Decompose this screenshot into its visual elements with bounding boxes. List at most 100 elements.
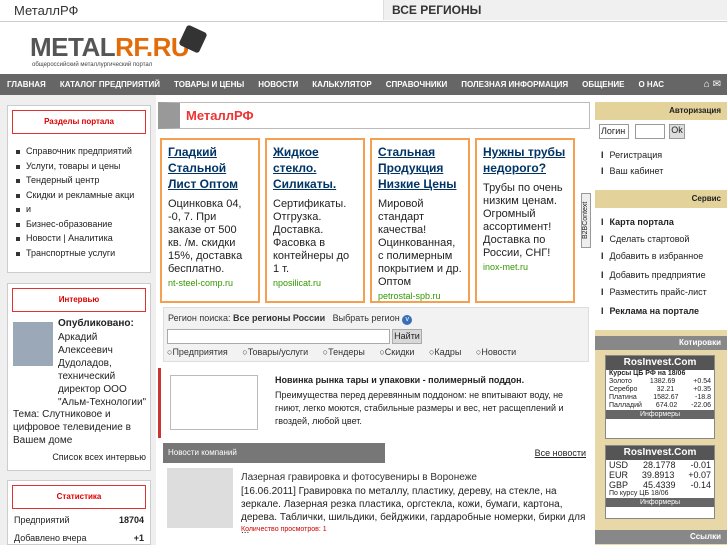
- interview-box: Интервью Опубликовано: Аркадий Алексееви…: [7, 283, 151, 471]
- service-link[interactable]: I Карта портала: [595, 215, 674, 230]
- service-link[interactable]: I Добавить предприятие: [595, 268, 706, 283]
- stats-title: Статистика: [12, 485, 146, 509]
- ad-block[interactable]: Жидкое стекло. Силикаты. Сертификаты. От…: [265, 138, 365, 303]
- top-bar: МеталлРФ ВСЕ РЕГИОНЫ: [0, 0, 727, 22]
- all-interviews-link[interactable]: Список всех интервью: [52, 452, 146, 462]
- section-link[interactable]: Услуги, товары и цены: [16, 159, 144, 174]
- logo-tagline: общероссийский металлургический портал: [32, 62, 153, 68]
- company-news-item: Лазерная гравировка и фотосувениры в Вор…: [163, 468, 590, 545]
- lock-souvenir-image[interactable]: [167, 468, 233, 528]
- section-link-cont[interactable]: и: [16, 202, 144, 217]
- nav-item[interactable]: ГЛАВНАЯ: [0, 80, 53, 89]
- metals-quotes-widget[interactable]: RosInvest.Com Курсы ЦБ РФ на 18/06 Золот…: [605, 355, 715, 439]
- links-title: Ссылки: [595, 530, 727, 544]
- quotes-title: Котировки: [595, 336, 727, 350]
- news-image[interactable]: [170, 375, 258, 430]
- nav-item[interactable]: ТОВАРЫ И ЦЕНЫ: [167, 80, 251, 89]
- company-news-item-title[interactable]: Лазерная гравировка и фотосувениры в Вор…: [241, 472, 477, 483]
- ad-desc: Трубы по очень низким ценам. Огромный ас…: [483, 182, 563, 259]
- quote-row: Палладий 674.02 -22.06: [609, 402, 711, 409]
- nav-item[interactable]: ПОЛЕЗНАЯ ИНФОРМАЦИЯ: [454, 80, 575, 89]
- ad-desc: Оцинковка 04, -0, 7. При заказе от 500 к…: [168, 198, 243, 275]
- login-button[interactable]: Ok: [669, 124, 685, 139]
- currency-quotes-widget[interactable]: RosInvest.Com USD 28.1778 -0.01 EUR 39.8913…: [605, 445, 715, 519]
- radio-option[interactable]: ○Новости: [476, 347, 522, 357]
- section-link[interactable]: Транспортные услуги: [16, 246, 144, 261]
- widget-sub: По курсу ЦБ 18/06: [609, 490, 669, 497]
- news-text: Преимущества перед деревянным поддоном: …: [275, 390, 564, 426]
- page-title: МеталлРФ: [186, 108, 254, 123]
- ad-title[interactable]: Нужны трубы недорого?: [483, 144, 567, 176]
- radio-option[interactable]: ○Товары/услуги: [242, 347, 314, 357]
- search-input[interactable]: [167, 329, 390, 344]
- ad-url[interactable]: inox-met.ru: [483, 262, 567, 272]
- section-link[interactable]: Скидки и рекламные акци: [16, 188, 144, 203]
- section-link[interactable]: Бизнес-образование: [16, 217, 144, 232]
- interview-theme[interactable]: Тема: Слутниковое и цифровое телевидение…: [13, 408, 148, 447]
- logo[interactable]: METALRF.RU общероссийский металлургическ…: [30, 24, 210, 72]
- stat-label: Предприятий: [14, 515, 70, 525]
- right-column: Авторизация Логин Ok I Регистрация I Ваш к…: [595, 102, 727, 545]
- service-link[interactable]: I Реклама на портале: [595, 304, 699, 319]
- ad-title[interactable]: Жидкое стекло. Силикаты.: [273, 144, 357, 192]
- nav-item[interactable]: ОБЩЕНИЕ: [575, 80, 631, 89]
- section-link[interactable]: Справочник предприятий: [16, 144, 144, 159]
- site-name[interactable]: МеталлРФ: [14, 3, 78, 18]
- company-news-title: Новости компаний: [163, 443, 385, 463]
- service-link[interactable]: I Разместить прайс-лист: [595, 285, 707, 300]
- ad-block[interactable]: Стальная Продукция Низкие Цены Мировой с…: [370, 138, 470, 303]
- quote-row: Платина 1582.67 -18.8: [609, 394, 711, 401]
- interview-text[interactable]: Аркадий Алексеевич Дудоладов, технически…: [13, 331, 149, 409]
- section-link[interactable]: Тендерный центр: [16, 173, 144, 188]
- nav-item[interactable]: О НАС: [631, 80, 671, 89]
- search-button[interactable]: Найти: [392, 329, 422, 344]
- cabinet-link[interactable]: I Ваш кабинет: [595, 164, 663, 179]
- ad-url[interactable]: nposilicat.ru: [273, 278, 357, 288]
- b2bcontext-label[interactable]: B2BContext: [581, 193, 591, 248]
- interview-title: Интервью: [12, 288, 146, 312]
- all-news-link[interactable]: Все новости: [535, 448, 586, 458]
- region-selector[interactable]: ВСЕ РЕГИОНЫ: [383, 0, 727, 20]
- nav-item[interactable]: КАЛЬКУЛЯТОР: [305, 80, 378, 89]
- ad-url[interactable]: petrostal-spb.ru: [378, 291, 462, 301]
- radio-option[interactable]: ○Тендеры: [323, 347, 371, 357]
- choose-region-link[interactable]: Выбрать регион: [333, 313, 400, 323]
- radio-option[interactable]: ○Скидки: [379, 347, 420, 357]
- stat-value: +1: [133, 533, 144, 543]
- featured-news: Новинка рынка тары и упаковки - полимерн…: [158, 368, 590, 438]
- widget-brand: RosInvest.Com: [606, 446, 714, 460]
- widget-head: Курсы ЦБ РФ на 18/06: [609, 370, 686, 377]
- chevron-down-icon[interactable]: v: [402, 315, 413, 325]
- service-link[interactable]: I Сделать стартовой: [595, 232, 689, 247]
- ad-desc: Сертификаты. Отгрузка. Доставка. Фасовка…: [273, 198, 350, 275]
- stat-value: 18704: [118, 515, 144, 525]
- widget-footer[interactable]: Информеры: [606, 410, 714, 419]
- ad-block[interactable]: Гладкий Стальной Лист Оптом Оцинковка 04…: [160, 138, 260, 303]
- main-nav: ГЛАВНАЯ КАТАЛОГ ПРЕДПРИЯТИЙ ТОВАРЫ И ЦЕН…: [0, 74, 727, 95]
- nav-item[interactable]: НОВОСТИ: [251, 80, 305, 89]
- ad-block[interactable]: Нужны трубы недорого? Трубы по очень низ…: [475, 138, 575, 303]
- radio-option[interactable]: ○Предприятия: [167, 347, 234, 357]
- service-title: Сервис: [595, 190, 727, 208]
- sitemap-mail-icon[interactable]: ⌂ ✉: [704, 79, 721, 90]
- password-field[interactable]: [635, 124, 665, 139]
- search-type-options: ○Предприятия ○Товары/услуги ○Тендеры ○Ск…: [167, 347, 528, 357]
- sections-box: Разделы портала Справочник предприятий У…: [7, 105, 151, 273]
- nav-item[interactable]: СПРАВОЧНИКИ: [379, 80, 455, 89]
- stats-box: Статистика Предприятий 18704 Добавлено в…: [7, 480, 151, 545]
- ad-url[interactable]: nt-steel-comp.ru: [168, 278, 252, 288]
- service-link[interactable]: I Добавить в избранное: [595, 249, 703, 264]
- register-link[interactable]: I Регистрация: [595, 148, 662, 163]
- widget-footer[interactable]: Информеры: [606, 498, 714, 507]
- login-field[interactable]: Логин: [599, 124, 629, 139]
- ad-title[interactable]: Стальная Продукция Низкие Цены: [378, 144, 462, 192]
- company-news-header: Новости компаний Все новости: [163, 443, 590, 463]
- section-link[interactable]: Новости | Аналитика: [16, 231, 144, 246]
- news-title[interactable]: Новинка рынка тары и упаковки - полимерн…: [275, 375, 524, 385]
- quote-row: GBP 45.4339 -0.14: [609, 480, 711, 490]
- auth-box: Авторизация Логин Ok I Регистрация I Ваш к…: [595, 102, 727, 190]
- ad-title[interactable]: Гладкий Стальной Лист Оптом: [168, 144, 252, 192]
- nav-item[interactable]: КАТАЛОГ ПРЕДПРИЯТИЙ: [53, 80, 167, 89]
- radio-option[interactable]: ○Кадры: [429, 347, 467, 357]
- search-panel: Регион поиска: Все регионы России Выбрат…: [163, 307, 589, 362]
